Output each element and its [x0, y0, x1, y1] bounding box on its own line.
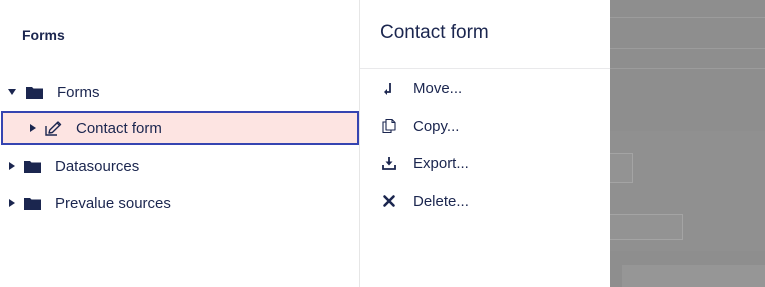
tree-item-datasources[interactable]: Datasources [0, 149, 358, 183]
action-label: Copy... [413, 117, 460, 135]
app-window: Forms Forms Contact form Datasources Pre… [0, 0, 765, 287]
move-icon [384, 83, 391, 95]
actions-panel: Contact form Move... Copy... Export... D… [360, 0, 610, 287]
copy-icon [382, 119, 396, 133]
action-label: Export... [413, 154, 469, 172]
tree-header: Forms [22, 27, 65, 43]
tree-item-label: Forms [57, 83, 100, 101]
export-action[interactable]: Export... [360, 148, 610, 178]
copy-action[interactable]: Copy... [360, 111, 610, 141]
tree-item-prevalue-sources[interactable]: Prevalue sources [0, 186, 358, 220]
delete-action[interactable]: Delete... [360, 186, 610, 216]
caret-right-icon[interactable] [9, 199, 15, 207]
folder-icon [24, 160, 41, 173]
folder-icon [26, 86, 43, 99]
divider [610, 17, 765, 18]
actions-title: Contact form [380, 22, 489, 43]
backdrop-panel [622, 265, 765, 287]
folder-icon [24, 197, 41, 210]
tree-item-label: Prevalue sources [55, 194, 171, 212]
move-action[interactable]: Move... [360, 73, 610, 103]
divider [360, 68, 610, 69]
delete-icon [383, 195, 395, 207]
caret-right-icon[interactable] [30, 124, 36, 132]
action-label: Move... [413, 79, 463, 97]
tree-item-forms[interactable]: Forms [0, 75, 358, 109]
divider [610, 48, 765, 49]
caret-right-icon[interactable] [9, 162, 15, 170]
tree-item-contact-form[interactable]: Contact form [1, 111, 359, 145]
caret-down-icon[interactable] [8, 89, 16, 95]
divider [610, 68, 765, 69]
tree-item-label: Contact form [76, 119, 162, 137]
edit-form-icon [45, 120, 62, 136]
export-icon [382, 157, 396, 170]
forms-tree: Forms Forms Contact form Datasources Pre… [0, 0, 360, 287]
tree-item-label: Datasources [55, 157, 140, 175]
action-label: Delete... [413, 192, 469, 210]
modal-backdrop[interactable] [610, 0, 765, 287]
backdrop-field [610, 214, 683, 240]
backdrop-field [610, 153, 633, 183]
